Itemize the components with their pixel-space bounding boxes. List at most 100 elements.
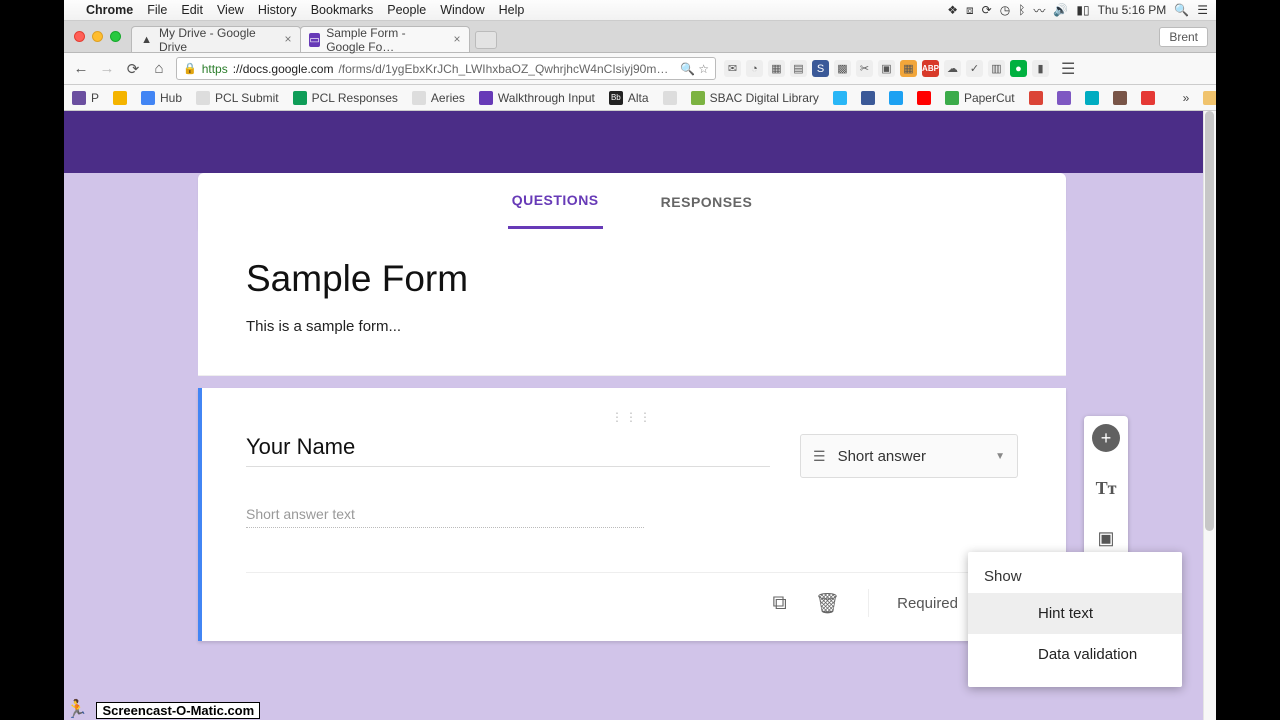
lock-icon: 🔒 — [183, 62, 197, 75]
bookmark[interactable] — [663, 91, 677, 105]
form-title-card[interactable]: Sample Form This is a sample form... — [198, 230, 1066, 376]
ext-icon[interactable]: S — [812, 60, 829, 77]
ext-icon[interactable]: ☁ — [944, 60, 961, 77]
bookmark-alta[interactable]: BbAlta — [609, 91, 649, 105]
ext-icon[interactable]: ▦ — [768, 60, 785, 77]
bookmarks-bar: P Hub PCL Submit PCL Responses Aeries Wa… — [64, 85, 1216, 111]
add-question-button[interactable]: + — [1092, 424, 1120, 452]
tab-close-icon[interactable]: × — [451, 33, 463, 45]
bookmark[interactable] — [1029, 91, 1043, 105]
address-bar[interactable]: 🔒 https ://docs.google.com /forms/d/1ygE… — [176, 57, 716, 80]
question-footer: ⧉ 🗑 Required — [246, 572, 1018, 617]
form-title[interactable]: Sample Form — [246, 258, 1018, 300]
duplicate-button[interactable]: ⧉ — [772, 592, 786, 615]
scrollbar-handle[interactable] — [1205, 111, 1214, 531]
notification-center-icon[interactable]: ☰ — [1197, 3, 1208, 17]
ext-icon[interactable]: ▥ — [988, 60, 1005, 77]
menu-item-data-validation[interactable]: Data validation — [968, 634, 1182, 675]
tab-questions[interactable]: QUESTIONS — [508, 174, 603, 229]
ext-icon[interactable]: ▦ — [900, 60, 917, 77]
ext-icon[interactable]: ✂ — [856, 60, 873, 77]
question-card[interactable]: ⋮⋮⋮ Your Name ☰ Short answer ▼ Short ans… — [198, 388, 1066, 641]
chrome-menu-button[interactable]: ☰ — [1061, 59, 1075, 79]
bookmark[interactable] — [889, 91, 903, 105]
ext-icon[interactable]: ✉ — [724, 60, 741, 77]
bookmark[interactable] — [1085, 91, 1099, 105]
window-minimize-button[interactable] — [92, 31, 103, 42]
ext-icon[interactable]: ▣ — [878, 60, 895, 77]
back-button[interactable]: ← — [72, 60, 90, 77]
profile-chip[interactable]: Brent — [1159, 27, 1208, 47]
volume-icon[interactable]: 🔊 — [1053, 3, 1068, 17]
tabstrip: ▲ My Drive - Google Drive × ▭ Sample For… — [131, 21, 497, 52]
spotlight-icon[interactable]: 🔍 — [1174, 3, 1189, 17]
question-title-input[interactable]: Your Name — [246, 434, 770, 467]
ext-icon[interactable]: ◔ — [746, 60, 763, 77]
menubar-item-bookmarks[interactable]: Bookmarks — [311, 3, 374, 17]
wifi-icon[interactable]: 〰 — [1033, 2, 1045, 19]
bookmark[interactable] — [833, 91, 847, 105]
bookmark-pcl-responses[interactable]: PCL Responses — [293, 91, 398, 105]
delete-button[interactable]: 🗑 — [815, 591, 840, 616]
bookmark-aeries[interactable]: Aeries — [412, 91, 465, 105]
menubar-item-window[interactable]: Window — [440, 3, 484, 17]
tab-responses[interactable]: RESPONSES — [657, 176, 757, 228]
battery-icon[interactable]: ▮▯ — [1076, 3, 1089, 17]
ext-icon[interactable]: ▩ — [834, 60, 851, 77]
window-close-button[interactable] — [74, 31, 85, 42]
reload-button[interactable]: ⟳ — [124, 60, 142, 78]
menubar-item-file[interactable]: File — [147, 3, 167, 17]
bookmark[interactable] — [917, 91, 931, 105]
menu-item-hint-text[interactable]: Hint text — [968, 593, 1182, 634]
bookmark[interactable] — [1057, 91, 1071, 105]
bookmark[interactable] — [1141, 91, 1155, 105]
question-type-select[interactable]: ☰ Short answer ▼ — [800, 434, 1018, 478]
form-description[interactable]: This is a sample form... — [246, 318, 1018, 335]
menubar-item-edit[interactable]: Edit — [181, 3, 203, 17]
new-tab-button[interactable] — [475, 31, 497, 49]
bookmark-pcl-submit[interactable]: PCL Submit — [196, 91, 279, 105]
add-image-button[interactable]: ▣ — [1092, 524, 1120, 552]
menubar-item-people[interactable]: People — [387, 3, 426, 17]
ext-icon[interactable]: ✓ — [966, 60, 983, 77]
clock[interactable]: Thu 5:16 PM — [1098, 3, 1167, 17]
dropbox-icon[interactable]: ⧈ — [966, 3, 974, 18]
tab-close-icon[interactable]: × — [282, 33, 294, 45]
answer-placeholder: Short answer text — [246, 506, 644, 528]
bookmarks-overflow[interactable]: » — [1183, 91, 1190, 105]
bookmark-papercut[interactable]: PaperCut — [945, 91, 1015, 105]
time-machine-icon[interactable]: ◷ — [1000, 3, 1010, 17]
forward-button[interactable]: → — [98, 60, 116, 77]
required-label: Required — [897, 595, 958, 612]
bookmark[interactable] — [1113, 91, 1127, 105]
evernote-icon[interactable]: ❖ — [947, 3, 958, 17]
bookmark-hub[interactable]: Hub — [141, 91, 182, 105]
bookmark-sbac[interactable]: SBAC Digital Library — [691, 91, 819, 105]
bookmark[interactable] — [861, 91, 875, 105]
menubar-item-help[interactable]: Help — [499, 3, 525, 17]
ext-icon[interactable]: ● — [1010, 60, 1027, 77]
bluetooth-icon[interactable]: ᛒ — [1018, 3, 1025, 17]
search-in-page-icon[interactable]: 🔍 — [680, 62, 695, 76]
menubar-item-view[interactable]: View — [217, 3, 244, 17]
sync-icon[interactable]: ⟳ — [982, 3, 992, 17]
drag-handle-icon[interactable]: ⋮⋮⋮ — [246, 410, 1018, 424]
add-title-button[interactable]: Tᴛ — [1092, 474, 1120, 502]
bookmark-walkthrough[interactable]: Walkthrough Input — [479, 91, 595, 105]
window-controls — [74, 31, 121, 42]
bookmark[interactable]: P — [72, 91, 99, 105]
window-zoom-button[interactable] — [110, 31, 121, 42]
other-bookmarks[interactable]: Other Bookmarks — [1203, 91, 1216, 105]
menubar-item-history[interactable]: History — [258, 3, 297, 17]
ext-icon[interactable]: ▤ — [790, 60, 807, 77]
menubar-app[interactable]: Chrome — [86, 3, 133, 17]
home-button[interactable]: ⌂ — [150, 60, 168, 77]
bookmark[interactable] — [113, 91, 127, 105]
vertical-scrollbar[interactable] — [1203, 111, 1216, 720]
url-host: ://docs.google.com — [233, 62, 334, 76]
star-icon[interactable]: ☆ — [698, 62, 709, 76]
tab-drive[interactable]: ▲ My Drive - Google Drive × — [131, 26, 301, 52]
ext-icon[interactable]: ▮ — [1032, 60, 1049, 77]
abp-icon[interactable]: ABP — [922, 60, 939, 77]
tab-forms[interactable]: ▭ Sample Form - Google Fo… × — [300, 26, 470, 52]
